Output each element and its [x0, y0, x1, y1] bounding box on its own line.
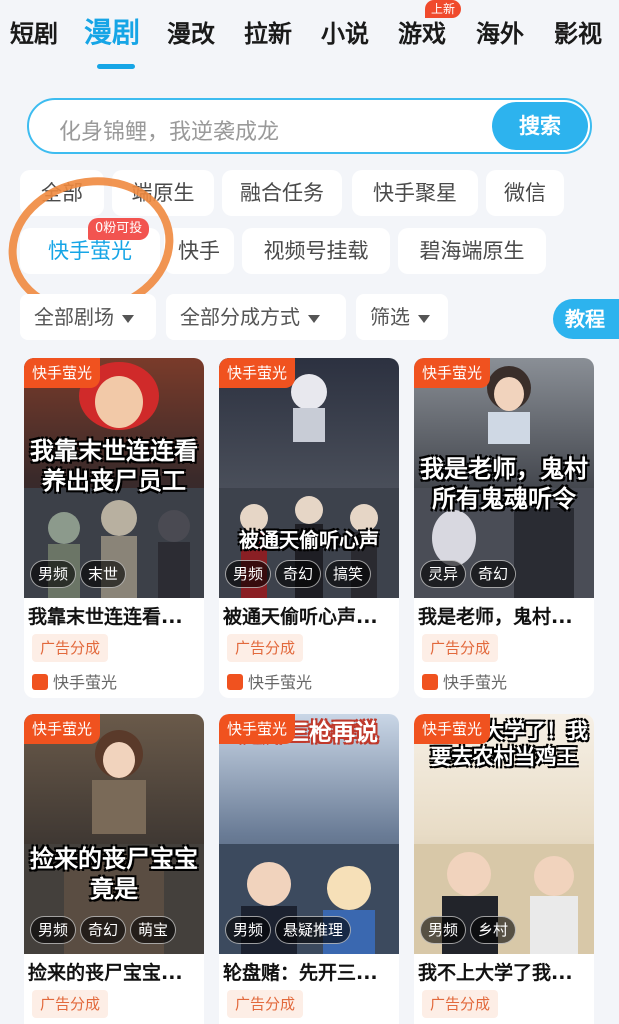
drama-card[interactable]: 我不上大学了！我要去农村当鸡王 快手萤光 男频 乡村 我不上大学了我... 广告…	[414, 714, 594, 1024]
genre-tags: 男频 奇幻 萌宝	[30, 916, 177, 944]
genre-tag: 男频	[225, 916, 272, 944]
share-mode-dropdown-label: 全部分成方式	[180, 305, 300, 329]
chip-kuaishou-star[interactable]: 快手聚星	[352, 170, 478, 216]
chevron-down-icon	[418, 314, 430, 323]
drama-card[interactable]: 捡来的丧尸宝宝竟是 快手萤光 男频 奇幻 萌宝 捡来的丧尸宝宝... 广告分成	[24, 714, 204, 1024]
cover-image: 被通天偷听心声 快手萤光 男频 奇幻 搞笑	[219, 358, 399, 598]
card-title: 我不上大学了我...	[418, 962, 573, 984]
filter-dropdown[interactable]: 筛选	[356, 294, 448, 340]
source-label: 快手萤光	[227, 669, 312, 693]
genre-tag: 灵异	[420, 560, 467, 588]
share-badge: 广告分成	[227, 634, 304, 662]
cover-image: 我不上大学了！我要去农村当鸡王 快手萤光 男频 乡村	[414, 714, 594, 954]
tab-short-drama[interactable]: 短剧	[10, 14, 58, 49]
platform-tag: 快手萤光	[219, 358, 296, 388]
cover-image: 我是老师，鬼村所有鬼魂听令 快手萤光 灵异 奇幻	[414, 358, 594, 598]
kuaishou-icon	[422, 674, 438, 690]
genre-tag: 奇幻	[275, 560, 322, 588]
search-input[interactable]: 化身锦鲤，我逆袭成龙	[59, 114, 279, 146]
tutorial-button[interactable]: 教程	[553, 299, 619, 339]
card-title: 轮盘赌：先开三...	[223, 962, 378, 984]
chevron-down-icon	[308, 314, 320, 323]
share-badge: 广告分成	[422, 990, 499, 1018]
tab-novel[interactable]: 小说	[321, 14, 369, 49]
share-badge: 广告分成	[32, 990, 109, 1018]
theater-dropdown-label: 全部剧场	[34, 305, 114, 329]
genre-tag: 末世	[80, 560, 127, 588]
platform-tag: 快手萤光	[414, 358, 491, 388]
genre-tag: 男频	[30, 560, 77, 588]
genre-tag: 奇幻	[470, 560, 517, 588]
chip-fusion-task[interactable]: 融合任务	[222, 170, 342, 216]
share-badge: 广告分成	[32, 634, 109, 662]
source-text: 快手萤光	[443, 673, 508, 692]
genre-tag: 男频	[225, 560, 272, 588]
tab-game[interactable]: 游戏	[398, 14, 446, 49]
chip-bihai-native[interactable]: 碧海端原生	[398, 228, 546, 274]
chip-kuaishou[interactable]: 快手	[164, 228, 234, 274]
cover-title: 被通天偷听心声	[239, 528, 379, 552]
genre-tags: 灵异 奇幻	[420, 560, 517, 588]
cover-title: 捡来的丧尸宝宝竟是	[30, 845, 198, 903]
share-badge: 广告分成	[422, 634, 499, 662]
cover-image: 捡来的丧尸宝宝竟是 快手萤光 男频 奇幻 萌宝	[24, 714, 204, 954]
chevron-down-icon	[122, 314, 134, 323]
tab-overseas[interactable]: 海外	[476, 14, 524, 49]
platform-tag: 快手萤光	[219, 714, 296, 744]
genre-tag: 搞笑	[325, 560, 372, 588]
search-bar[interactable]: 化身锦鲤，我逆袭成龙 搜索	[27, 98, 592, 154]
genre-tags: 男频 末世	[30, 560, 127, 588]
active-tab-indicator	[97, 64, 135, 69]
cover-title: 我是老师，鬼村所有鬼魂听令	[420, 455, 588, 513]
cover-image: 我靠末世连连看养出丧尸员工 快手萤光 男频 末世	[24, 358, 204, 598]
genre-tag: 奇幻	[80, 916, 127, 944]
genre-tag: 萌宝	[130, 916, 177, 944]
platform-tag: 快手萤光	[414, 714, 491, 744]
platform-tag: 快手萤光	[24, 358, 101, 388]
card-title: 我是老师，鬼村...	[418, 606, 573, 628]
drama-card[interactable]: 被通天偷听心声 快手萤光 男频 奇幻 搞笑 被通天偷听心声... 广告分成 快手…	[219, 358, 399, 698]
search-button[interactable]: 搜索	[492, 102, 588, 150]
theater-dropdown[interactable]: 全部剧场	[20, 294, 156, 340]
platform-tag: 快手萤光	[24, 714, 101, 744]
genre-tags: 男频 乡村	[420, 916, 517, 944]
category-tabs: 短剧 漫剧 漫改 拉新 小说 游戏 上新 海外 影视	[0, 0, 619, 80]
filter-dropdown-label: 筛选	[370, 305, 410, 329]
drama-card[interactable]: 我是老师，鬼村所有鬼魂听令 快手萤光 灵异 奇幻 我是老师，鬼村... 广告分成…	[414, 358, 594, 698]
source-text: 快手萤光	[248, 673, 313, 692]
share-mode-dropdown[interactable]: 全部分成方式	[166, 294, 346, 340]
genre-tag: 乡村	[470, 916, 517, 944]
drama-card[interactable]: 我靠末世连连看养出丧尸员工 快手萤光 男频 末世 我靠末世连连看... 广告分成…	[24, 358, 204, 698]
card-title: 被通天偷听心声...	[223, 606, 378, 628]
tab-referral[interactable]: 拉新	[244, 14, 292, 49]
genre-tags: 男频 悬疑推理	[225, 916, 352, 944]
drama-card[interactable]: 先开三枪再说 快手萤光 男频 悬疑推理 轮盘赌：先开三... 广告分成	[219, 714, 399, 1024]
chip-wechat[interactable]: 微信	[486, 170, 564, 216]
cover-image: 先开三枪再说 快手萤光 男频 悬疑推理	[219, 714, 399, 954]
share-badge: 广告分成	[227, 990, 304, 1018]
tab-comic-adapt[interactable]: 漫改	[167, 14, 215, 49]
genre-tags: 男频 奇幻 搞笑	[225, 560, 372, 588]
card-title: 我靠末世连连看...	[28, 606, 183, 628]
chip-video-mount[interactable]: 视频号挂载	[242, 228, 390, 274]
cover-title: 我靠末世连连看养出丧尸员工	[30, 437, 198, 495]
card-title: 捡来的丧尸宝宝...	[28, 962, 183, 984]
tab-film[interactable]: 影视	[554, 14, 602, 49]
kuaishou-icon	[227, 674, 243, 690]
source-label: 快手萤光	[422, 669, 507, 693]
source-label: 快手萤光	[32, 669, 117, 693]
kuaishou-icon	[32, 674, 48, 690]
genre-tag: 悬疑推理	[275, 916, 352, 944]
source-text: 快手萤光	[53, 673, 118, 692]
tab-comic-drama[interactable]: 漫剧	[84, 11, 140, 51]
genre-tag: 男频	[30, 916, 77, 944]
genre-tag: 男频	[420, 916, 467, 944]
new-badge: 上新	[425, 0, 462, 18]
